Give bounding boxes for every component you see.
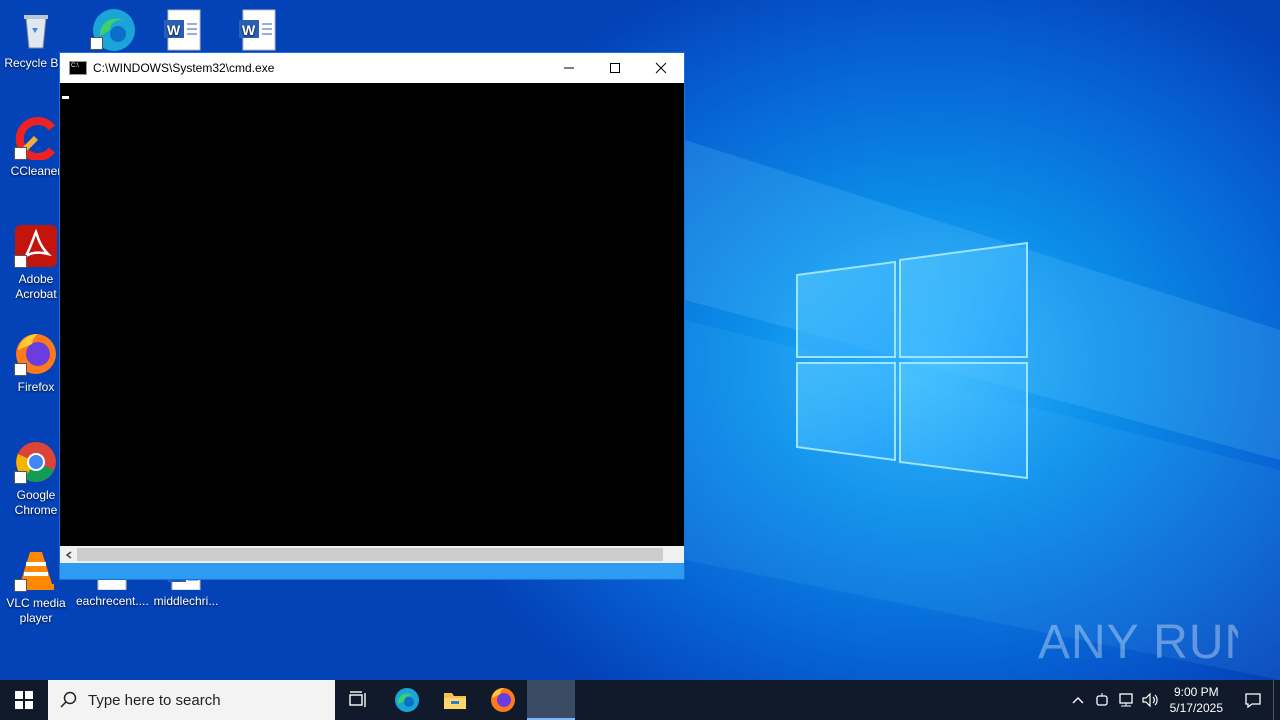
svg-text:W: W [167, 22, 181, 38]
taskbar-cmd-button-active[interactable] [527, 680, 575, 720]
adobe-acrobat-icon [14, 224, 58, 268]
scrollbar-thumb[interactable] [77, 548, 663, 561]
vlc-icon [14, 548, 58, 592]
close-button[interactable] [638, 53, 684, 83]
word-document-icon: W [237, 8, 281, 52]
shortcut-arrow-icon [14, 255, 27, 268]
google-chrome-icon [14, 440, 58, 484]
minimize-button[interactable] [546, 53, 592, 83]
action-center-button[interactable] [1233, 680, 1273, 720]
taskbar-clock[interactable]: 9:00 PM 5/17/2025 [1170, 684, 1223, 716]
cmd-window-title: C:\WINDOWS\System32\cmd.exe [93, 61, 275, 75]
cmd-window[interactable]: C:\WINDOWS\System32\cmd.exe [59, 52, 685, 580]
window-bottom-edge [60, 563, 684, 579]
desktop-icon-word-doc-1[interactable]: W [148, 8, 220, 56]
svg-text:W: W [242, 22, 256, 38]
search-icon [60, 691, 77, 708]
maximize-icon [610, 63, 620, 73]
search-placeholder: Type here to search [88, 691, 221, 709]
shortcut-arrow-icon [14, 471, 27, 484]
shortcut-arrow-icon [90, 37, 103, 50]
maximize-button[interactable] [592, 53, 638, 83]
minimize-icon [564, 67, 574, 69]
file-explorer-icon [444, 693, 466, 709]
desktop-icon-word-doc-2[interactable]: W [223, 8, 295, 56]
shortcut-arrow-icon [14, 363, 27, 376]
firefox-icon [491, 687, 515, 712]
taskbar-edge-button[interactable] [383, 680, 431, 720]
desktop-icon-label: Google Chrome [14, 488, 58, 517]
desktop-icon-label: VLC media player [6, 596, 66, 625]
task-view-icon [349, 691, 366, 707]
start-button[interactable] [0, 680, 48, 720]
taskbar-firefox-button[interactable] [479, 680, 527, 720]
tray-app-icon [1095, 693, 1108, 706]
firefox-icon [14, 332, 58, 376]
desktop-icon-label: Adobe Acrobat [15, 272, 57, 301]
scroll-left-button[interactable] [60, 546, 77, 563]
chevron-left-icon [65, 550, 71, 559]
shortcut-arrow-icon [14, 579, 27, 592]
network-icon [1118, 693, 1133, 707]
edge-icon [90, 6, 135, 51]
show-desktop-button[interactable] [1273, 680, 1280, 720]
close-icon [655, 62, 667, 74]
shortcut-arrow-icon [14, 147, 27, 160]
volume-icon [1142, 692, 1158, 708]
desktop-icon-label: CCleaner [10, 164, 62, 178]
cmd-titlebar[interactable]: C:\WINDOWS\System32\cmd.exe [60, 53, 684, 83]
taskbar: Type here to search 9:00 PM 5/17/2025 [0, 680, 1280, 720]
taskbar-search-box[interactable]: Type here to search [48, 680, 335, 720]
notification-icon [1245, 693, 1261, 708]
horizontal-scrollbar[interactable] [60, 546, 684, 563]
recycle-bin-icon [14, 8, 58, 52]
desktop-icon-label: eachrecent.... [76, 594, 149, 608]
word-document-icon: W [162, 8, 206, 52]
network-button[interactable] [1114, 680, 1138, 720]
edge-icon [395, 688, 419, 712]
desktop-icon-label: Firefox [17, 380, 55, 394]
taskbar-file-explorer-button[interactable] [431, 680, 479, 720]
ccleaner-icon [14, 116, 58, 161]
cmd-app-icon [69, 61, 87, 75]
desktop-icon-label: middlechri... [153, 594, 219, 608]
windows-logo-wallpaper [796, 241, 1028, 480]
windows-start-icon [15, 691, 33, 709]
console-output-area[interactable] [60, 83, 684, 546]
text-cursor [62, 96, 69, 99]
chevron-up-icon [1072, 697, 1084, 704]
clock-date: 5/17/2025 [1169, 701, 1223, 715]
task-view-button[interactable] [335, 680, 383, 720]
anyrun-watermark: ANY RUN [1038, 608, 1259, 690]
system-tray: 9:00 PM 5/17/2025 [1066, 680, 1280, 720]
clock-time: 9:00 PM [1173, 685, 1219, 699]
watermark-text: ANY RUN [1038, 616, 1238, 669]
desktop-icon-edge[interactable] [76, 6, 148, 54]
volume-button[interactable] [1138, 680, 1162, 720]
show-hidden-icons-button[interactable] [1066, 680, 1090, 720]
tray-app-button[interactable] [1090, 680, 1114, 720]
